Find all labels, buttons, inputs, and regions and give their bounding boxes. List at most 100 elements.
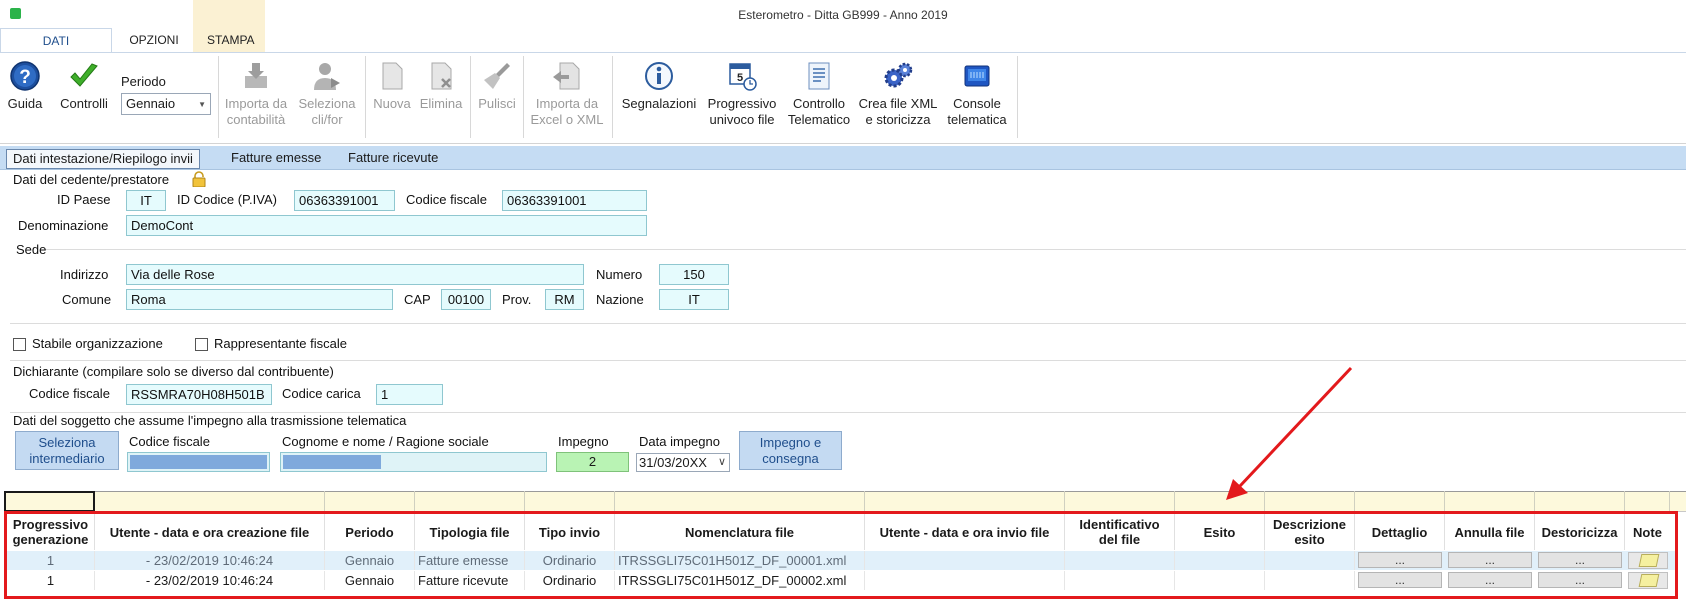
controllo-telematico-label-2: Telematico [787,112,851,127]
new-document-icon [382,62,403,90]
section-title-cedente: Dati del cedente/prestatore [13,172,170,187]
comune-field[interactable]: Roma [126,289,393,310]
filter-cell[interactable] [95,491,325,512]
progressivo-univoco-button[interactable]: 5 Progressivo univoco file [703,60,781,130]
dichiarante-codice-fiscale-label: Codice fiscale [29,386,110,401]
ribbon-separator [470,56,471,138]
impegno-codice-fiscale-field[interactable] [127,452,270,472]
import-box-icon [245,63,267,88]
group-divider [10,323,1686,324]
filter-cell[interactable] [1265,491,1355,512]
console-icon [964,65,990,87]
checkmark-icon [70,63,98,87]
filter-cell-progressivo[interactable] [4,491,95,512]
controllo-telematico-button[interactable]: Controllo Telematico [784,60,854,130]
ribbon-separator [218,56,219,138]
codice-fiscale-label: Codice fiscale [406,192,487,207]
calendar-number: 5 [737,72,743,84]
crea-xml-button[interactable]: Crea file XML e storicizza [856,60,940,130]
controllo-telematico-label-1: Controllo [792,96,846,111]
importa-excel-button[interactable]: Importa da Excel o XML [527,60,607,130]
filter-cell[interactable] [1625,491,1670,512]
denominazione-field[interactable]: DemoCont [126,215,647,236]
data-impegno-datepicker[interactable]: 31/03/20XX ∨ [636,453,730,472]
tab-fatture-emesse[interactable]: Fatture emesse [225,149,327,169]
ribbon-tab-dati-fatture[interactable]: DATI FATTURE [0,28,112,72]
import-excel-icon [553,62,580,90]
cap-label: CAP [404,292,431,307]
console-telematica-button[interactable]: Console telematica [942,60,1012,130]
guida-button[interactable]: ? Guida [6,60,44,130]
svg-text:?: ? [19,67,31,88]
controlli-button[interactable]: Controlli [56,60,112,130]
calendar-clock-icon: 5 [729,63,757,91]
seleziona-intermediario-button[interactable]: Seleziona intermediario [15,431,119,470]
filter-cell[interactable] [1355,491,1445,512]
cap-field[interactable]: 00100 [441,289,491,310]
elimina-button[interactable]: Elimina [416,60,466,130]
tab-riepilogo-invii[interactable]: Dati intestazione/Riepilogo invii [6,149,200,169]
numero-field[interactable]: 150 [659,264,729,285]
rappresentante-fiscale-checkbox[interactable] [195,338,208,351]
filter-cell[interactable] [1065,491,1175,512]
guida-label: Guida [7,96,43,111]
seleziona-intermediario-label-2: intermediario [29,451,105,466]
section-title-dichiarante: Dichiarante (compilare solo se diverso d… [13,364,334,379]
pulisci-button[interactable]: Pulisci [474,60,520,130]
seleziona-clifor-label-1: Seleziona [298,96,356,111]
importa-contabilita-button[interactable]: Importa da contabilità [220,60,292,130]
impegno-consegna-button[interactable]: Impegno e consegna [739,431,842,470]
ribbon-separator [523,56,524,138]
controlli-label: Controlli [60,96,108,111]
chevron-down-icon: ▼ [198,100,206,109]
indirizzo-field[interactable]: Via delle Rose [126,264,584,285]
console-label-1: Console [953,96,1001,111]
indirizzo-label: Indirizzo [60,267,109,282]
ribbon-separator [612,56,613,138]
id-codice-label: ID Codice (P.IVA) [177,192,277,207]
segnalazioni-button[interactable]: Segnalazioni [617,60,701,130]
filter-cell[interactable] [865,491,1065,512]
impegno-label: Impegno [558,434,609,449]
highlight-box [4,511,1678,599]
filter-cell[interactable] [1445,491,1535,512]
crea-xml-label-2: e storicizza [865,112,931,127]
gears-icon [884,62,913,88]
periodo-select[interactable]: Gennaio ▼ [121,93,211,115]
codice-carica-field[interactable]: 1 [376,384,443,405]
cognome-nome-label: Cognome e nome / Ragione sociale [282,434,489,449]
nazione-field[interactable]: IT [659,289,729,310]
dichiarante-codice-fiscale-field[interactable]: RSSMRA70H08H501B [126,384,272,405]
filter-cell[interactable] [1535,491,1625,512]
id-paese-field[interactable]: IT [126,190,166,211]
comune-label: Comune [62,292,112,307]
impegno-codice-fiscale-label: Codice fiscale [129,434,210,449]
id-codice-field[interactable]: 06363391001 [294,190,395,211]
data-impegno-value: 31/03/20XX [639,455,707,470]
progressivo-label-1: Progressivo [707,96,777,111]
impegno-field[interactable]: 2 [556,452,629,472]
data-impegno-label: Data impegno [639,434,720,449]
stabile-organizzazione-checkbox[interactable] [13,338,26,351]
cognome-nome-field[interactable] [280,452,547,472]
filter-cell[interactable] [325,491,415,512]
periodo-value: Gennaio [126,96,176,111]
chevron-down-icon: ∨ [717,456,726,468]
info-icon [645,62,673,90]
tab-fatture-ricevute[interactable]: Fatture ricevute [342,149,444,169]
codice-fiscale-field[interactable]: 06363391001 [502,190,647,211]
group-divider [10,360,1686,361]
seleziona-clifor-button[interactable]: Seleziona cli/for [294,60,360,130]
console-label-2: telematica [947,112,1007,127]
id-paese-label: ID Paese [57,192,111,207]
importa-contabilita-label-2: contabilità [226,112,286,127]
filter-cell[interactable] [415,491,525,512]
filter-cell[interactable] [1175,491,1265,512]
prov-field[interactable]: RM [545,289,584,310]
ribbon-tab-stampa[interactable]: STAMPA [193,0,265,52]
filter-cell[interactable] [525,491,615,512]
importa-contabilita-label-1: Importa da [224,96,288,111]
filter-cell[interactable] [615,491,865,512]
ribbon-tab-opzioni[interactable]: OPZIONI [113,28,195,52]
nuova-button[interactable]: Nuova [370,60,414,130]
